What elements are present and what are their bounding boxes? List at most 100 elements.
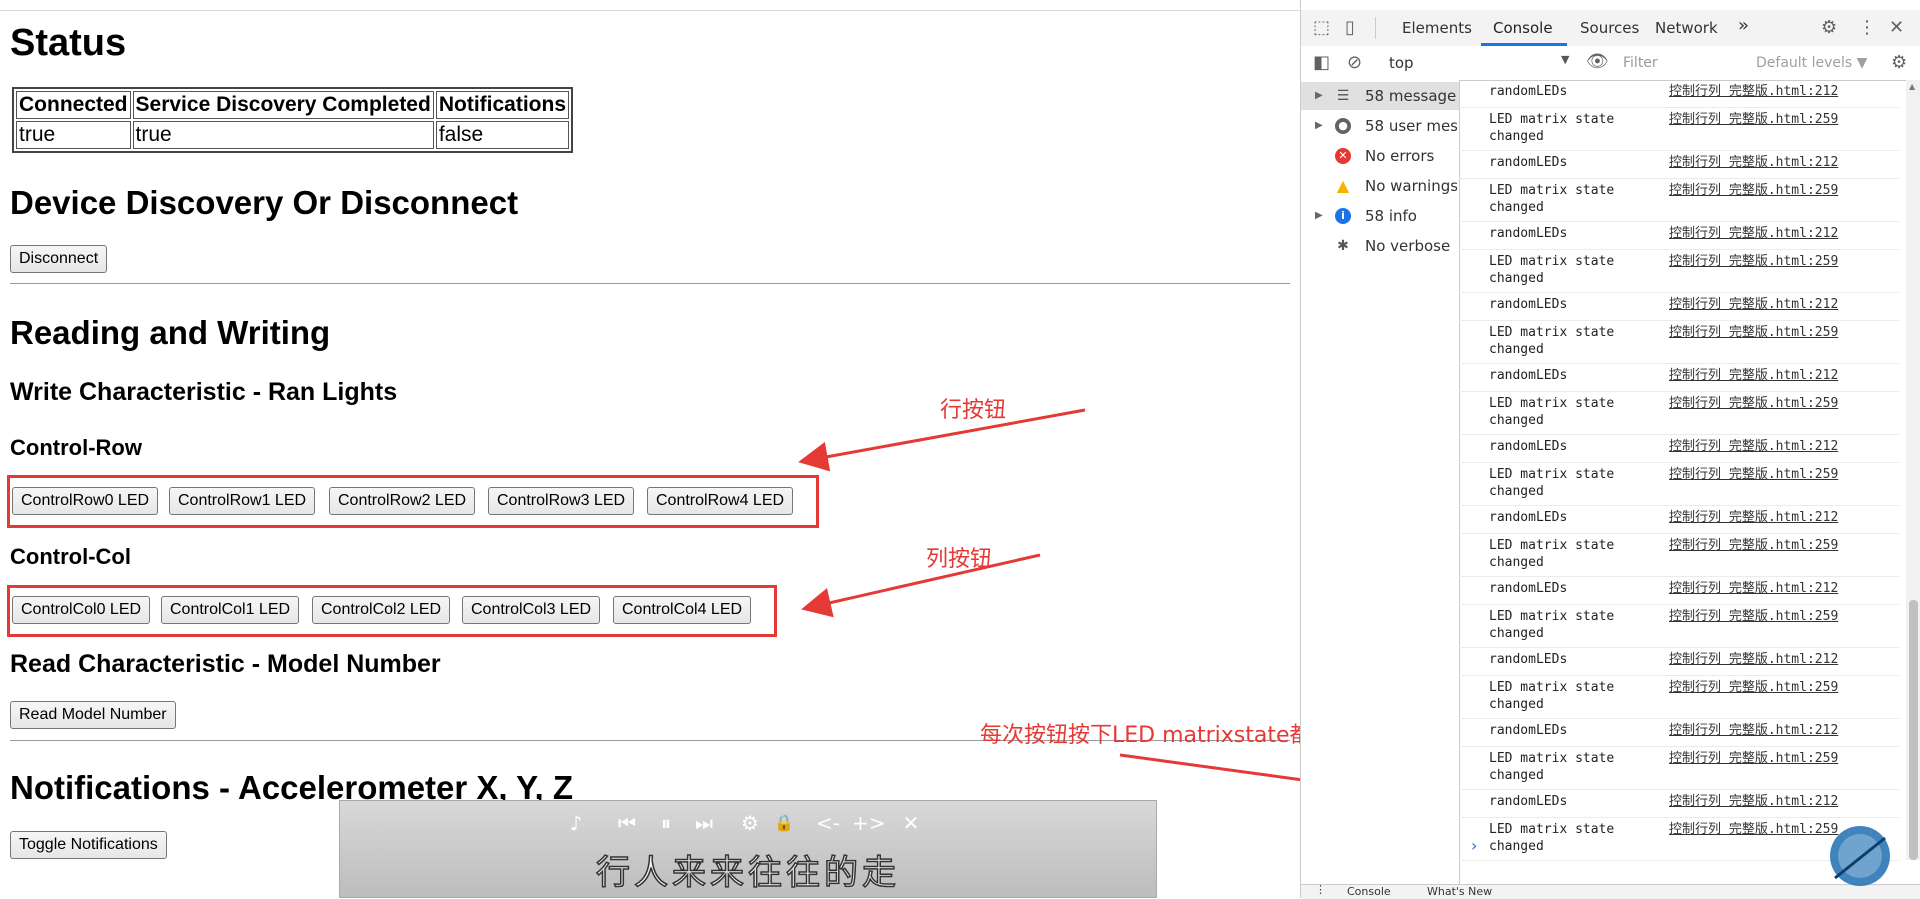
previous-icon[interactable]: ⏮ [613, 812, 641, 834]
log-message: LED matrix state changed [1489, 467, 1615, 499]
log-message: LED matrix state changed [1489, 396, 1615, 428]
sidebar-item-warnings[interactable]: ▲ No warnings [1301, 172, 1459, 200]
sidebar-item-messages[interactable]: ▶ ☰ 58 messages [1301, 82, 1459, 110]
sidebar-item-verbose[interactable]: ✱ No verbose [1301, 232, 1459, 260]
pause-icon[interactable]: ⏸ [652, 812, 680, 834]
more-tabs-icon[interactable]: » [1738, 15, 1749, 36]
devtools-panel: ⬚ ▯ Elements Console Sources Network » ⚙… [1300, 0, 1920, 899]
context-select[interactable]: top ▼ [1381, 52, 1581, 74]
log-row: LED matrix state changed 控制行列 完整版.html:25… [1459, 108, 1899, 151]
log-source-link[interactable]: 控制行列 完整版.html:259 [1669, 395, 1838, 412]
inspect-icon[interactable]: ⬚ [1313, 18, 1330, 38]
chevron-down-icon: ▼ [1561, 53, 1570, 66]
log-source-link[interactable]: 控制行列 完整版.html:259 [1669, 608, 1838, 625]
log-row: randomLEDs 控制行列 完整版.html:212 [1459, 80, 1899, 108]
drawer-tab-console[interactable]: Console [1347, 885, 1391, 898]
levels-dropdown[interactable]: Default levels ▼ [1756, 55, 1867, 71]
info-icon: i [1335, 208, 1351, 224]
kebab-menu-icon[interactable]: ⋮ [1858, 18, 1876, 38]
log-source-link[interactable]: 控制行列 完整版.html:212 [1669, 651, 1838, 668]
log-source-link[interactable]: 控制行列 完整版.html:212 [1669, 580, 1838, 597]
log-row: randomLEDs 控制行列 完整版.html:212 [1459, 151, 1899, 179]
log-row: randomLEDs 控制行列 完整版.html:212 [1459, 577, 1899, 605]
drawer-menu-icon[interactable]: ⋮ [1315, 883, 1326, 896]
log-source-link[interactable]: 控制行列 完整版.html:259 [1669, 111, 1838, 128]
console-toolbar: ◧ ⊘ top ▼ 👁 Filter Default levels ▼ ⚙ [1301, 46, 1920, 81]
tab-sources[interactable]: Sources [1580, 19, 1639, 37]
log-source-link[interactable]: 控制行列 完整版.html:259 [1669, 466, 1838, 483]
expand-icon: ▶ [1315, 120, 1323, 131]
tab-console[interactable]: Console [1493, 19, 1553, 37]
settings-icon[interactable]: ⚙ [736, 812, 764, 834]
lyric-text: 行人来来往往的走 [595, 852, 900, 894]
log-message: LED matrix state changed [1489, 822, 1615, 854]
log-source-link[interactable]: 控制行列 完整版.html:212 [1669, 367, 1838, 384]
log-row: LED matrix state changed 控制行列 完整版.html:25… [1459, 179, 1899, 222]
log-row: randomLEDs 控制行列 完整版.html:212 [1459, 435, 1899, 463]
list-icon: ☰ [1336, 88, 1350, 104]
log-message: randomLEDs [1489, 723, 1568, 738]
log-source-link[interactable]: 控制行列 完整版.html:259 [1669, 750, 1838, 767]
log-source-link[interactable]: 控制行列 完整版.html:212 [1669, 154, 1838, 171]
log-message: LED matrix state changed [1489, 254, 1615, 286]
tab-elements[interactable]: Elements [1402, 19, 1472, 37]
log-row: LED matrix state changed 控制行列 完整版.html:25… [1459, 747, 1899, 790]
log-source-link[interactable]: 控制行列 完整版.html:212 [1669, 83, 1838, 100]
log-source-link[interactable]: 控制行列 完整版.html:259 [1669, 182, 1838, 199]
expand-icon: ▶ [1315, 90, 1323, 101]
log-message: randomLEDs [1489, 84, 1568, 99]
log-source-link[interactable]: 控制行列 完整版.html:212 [1669, 509, 1838, 526]
expand-icon: ▶ [1315, 210, 1323, 221]
sidebar-item-user-messages[interactable]: ▶ ● 58 user mes... [1301, 112, 1459, 140]
error-icon: ✕ [1335, 148, 1351, 164]
log-source-link[interactable]: 控制行列 完整版.html:212 [1669, 722, 1838, 739]
music-note-icon[interactable]: ♪ [562, 812, 590, 834]
log-row: LED matrix state changed 控制行列 完整版.html:25… [1459, 392, 1899, 435]
sidebar-item-errors[interactable]: ✕ No errors [1301, 142, 1459, 170]
gear-icon[interactable]: ⚙ [1821, 18, 1837, 38]
close-icon[interactable]: ✕ [897, 812, 925, 834]
log-message: randomLEDs [1489, 794, 1568, 809]
tab-network[interactable]: Network [1655, 19, 1718, 37]
log-message: randomLEDs [1489, 439, 1568, 454]
log-source-link[interactable]: 控制行列 完整版.html:212 [1669, 296, 1838, 313]
rewind-icon[interactable]: <- [814, 812, 842, 834]
filter-input[interactable]: Filter [1619, 52, 1773, 74]
log-source-link[interactable]: 控制行列 完整版.html:259 [1669, 537, 1838, 554]
sidebar-toggle-icon[interactable]: ◧ [1313, 53, 1330, 73]
lyrics-player: ♪ ⏮ ⏸ ⏭ ⚙ 🔒 <- +> ✕ 行人来来往往的走 [339, 800, 1157, 898]
eye-icon[interactable]: 👁 [1586, 52, 1609, 72]
divider [1375, 17, 1376, 39]
log-row: randomLEDs 控制行列 完整版.html:212 [1459, 719, 1899, 747]
log-message: LED matrix state changed [1489, 680, 1615, 712]
console-prompt[interactable]: › [1471, 836, 1477, 855]
log-message: randomLEDs [1489, 226, 1568, 241]
sidebar-item-label: No warnings [1365, 177, 1457, 195]
user-icon: ● [1335, 118, 1351, 134]
log-source-link[interactable]: 控制行列 完整版.html:212 [1669, 793, 1838, 810]
scrollbar-thumb[interactable] [1909, 600, 1918, 860]
scroll-up-icon[interactable]: ▲ [1909, 82, 1915, 91]
drawer-tab-whats-new[interactable]: What's New [1427, 885, 1492, 898]
console-sidebar: ▶ ☰ 58 messages ▶ ● 58 user mes... ✕ No … [1301, 80, 1460, 888]
close-icon[interactable]: ✕ [1889, 18, 1904, 38]
log-source-link[interactable]: 控制行列 完整版.html:259 [1669, 253, 1838, 270]
log-source-link[interactable]: 控制行列 完整版.html:259 [1669, 821, 1838, 838]
next-icon[interactable]: ⏭ [690, 812, 718, 834]
console-settings-icon[interactable]: ⚙ [1891, 53, 1907, 73]
sidebar-item-label: 58 messages [1365, 87, 1457, 105]
clear-console-icon[interactable]: ⊘ [1347, 53, 1362, 73]
console-scrollbar[interactable]: ▲ [1906, 80, 1920, 860]
log-message: randomLEDs [1489, 652, 1568, 667]
context-value: top [1389, 54, 1414, 72]
log-source-link[interactable]: 控制行列 完整版.html:259 [1669, 679, 1838, 696]
sidebar-item-info[interactable]: ▶ i 58 info [1301, 202, 1459, 230]
bug-icon: ✱ [1337, 238, 1349, 254]
log-source-link[interactable]: 控制行列 完整版.html:212 [1669, 225, 1838, 242]
forward-icon[interactable]: +> [852, 812, 886, 834]
log-source-link[interactable]: 控制行列 完整版.html:212 [1669, 438, 1838, 455]
lock-icon[interactable]: 🔒 [770, 812, 798, 834]
log-source-link[interactable]: 控制行列 完整版.html:259 [1669, 324, 1838, 341]
device-toolbar-icon[interactable]: ▯ [1345, 18, 1355, 38]
log-row: LED matrix state changed 控制行列 完整版.html:25… [1459, 321, 1899, 364]
